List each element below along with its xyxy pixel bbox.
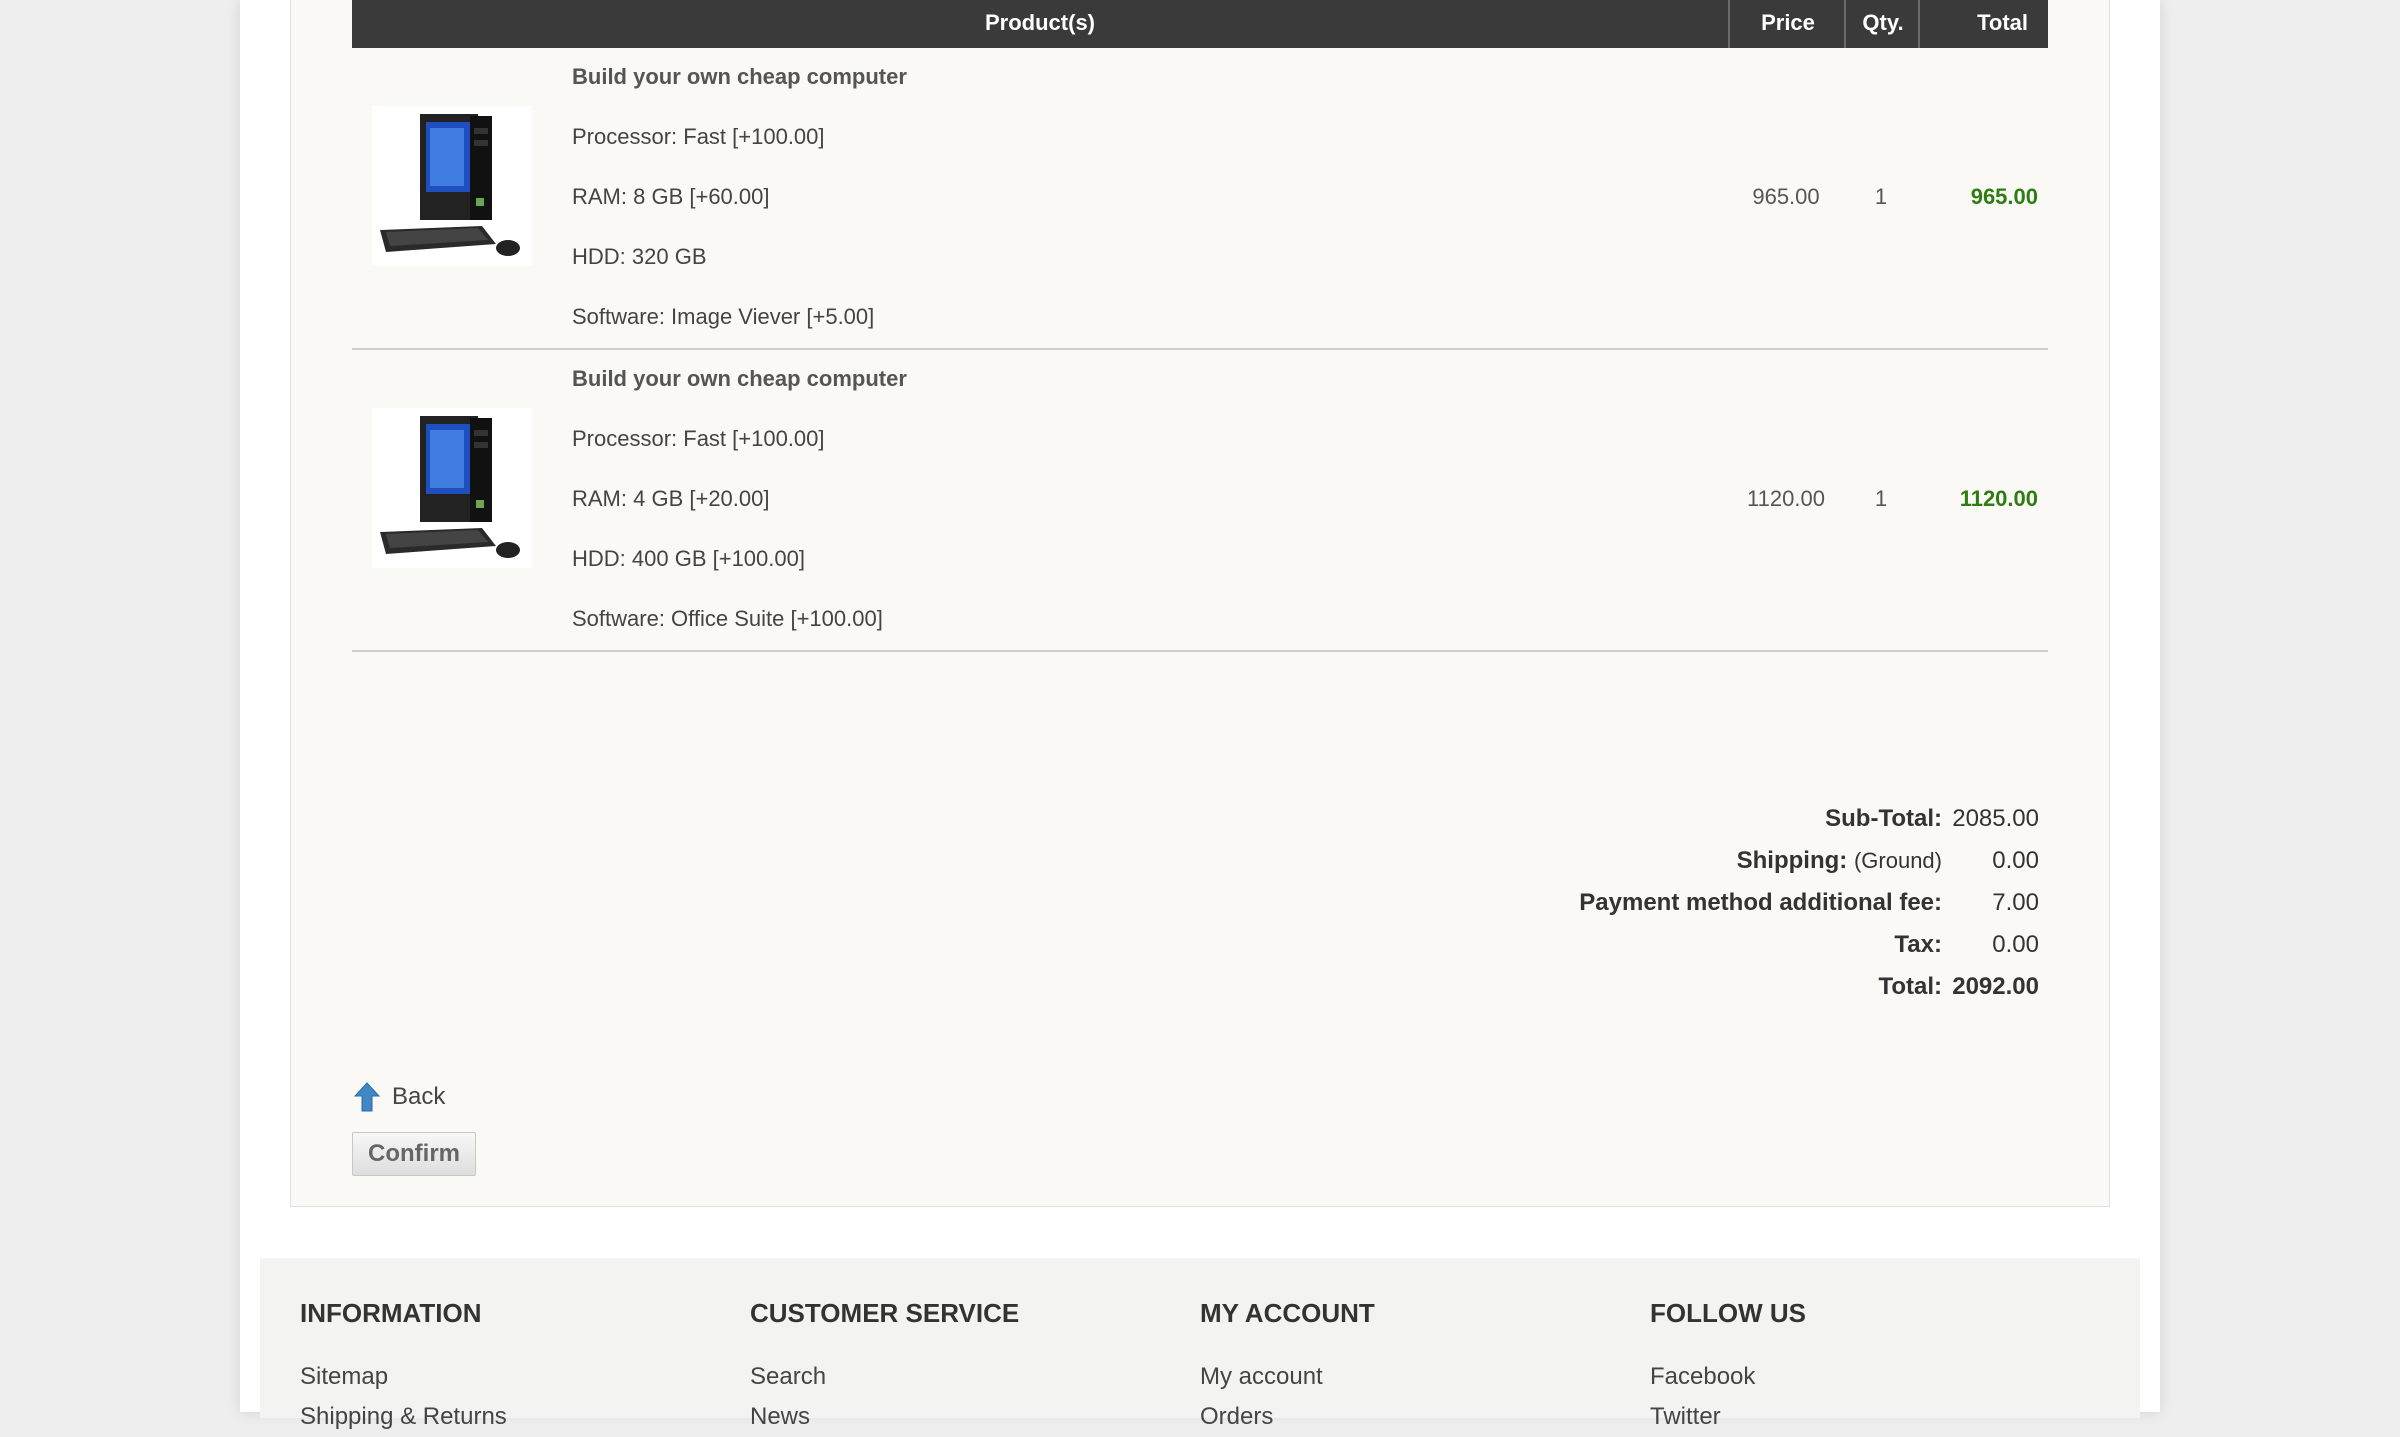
footer-link-orders[interactable]: Orders: [1200, 1397, 1375, 1437]
product-attribute: RAM: 4 GB [+20.00]: [572, 486, 770, 511]
payment-fee-label: Payment method additional fee:: [1579, 889, 1942, 916]
shipping-method: (Ground): [1853, 848, 1942, 873]
column-header-total: Total: [1918, 0, 2028, 48]
computer-icon: [380, 416, 520, 558]
order-totals: Sub-Total: 2085.00 Shipping: (Ground) 0.00…: [1579, 798, 2039, 1008]
footer: INFORMATION Sitemap Shipping & Returns C…: [260, 1258, 2140, 1430]
product-name[interactable]: Build your own cheap computer: [572, 366, 907, 426]
footer-column-information: INFORMATION Sitemap Shipping & Returns: [300, 1298, 507, 1437]
column-header-qty: Qty.: [1844, 0, 1920, 48]
product-image[interactable]: [372, 106, 532, 266]
footer-column-follow-us: FOLLOW US Facebook Twitter: [1650, 1298, 1806, 1437]
up-arrow-icon: [354, 1082, 380, 1112]
back-link[interactable]: Back: [354, 1082, 445, 1112]
footer-column-my-account: MY ACCOUNT My account Orders: [1200, 1298, 1375, 1437]
product-details: Build your own cheap computer Processor:…: [572, 366, 907, 666]
payment-fee-row: Payment method additional fee: 7.00: [1579, 882, 2039, 924]
footer-link-twitter[interactable]: Twitter: [1650, 1397, 1806, 1437]
unit-price: 965.00: [1752, 184, 1820, 209]
table-row: Build your own cheap computer Processor:…: [352, 48, 2048, 350]
order-total-row: Total: 2092.00: [1579, 966, 2039, 1008]
product-details: Build your own cheap computer Processor:…: [572, 64, 907, 364]
confirm-button[interactable]: Confirm: [352, 1132, 476, 1176]
computer-icon: [380, 114, 520, 256]
product-attribute: Processor: Fast [+100.00]: [572, 124, 825, 149]
shipping-value: 0.00: [1992, 847, 2039, 874]
quantity: 1: [1874, 184, 1888, 209]
shipping-label: Shipping:: [1736, 847, 1848, 874]
footer-link-my-account[interactable]: My account: [1200, 1357, 1375, 1397]
order-total-label: Total:: [1878, 973, 1942, 1000]
tax-value: 0.00: [1992, 931, 2039, 958]
back-label[interactable]: Back: [392, 1083, 445, 1111]
product-image[interactable]: [372, 408, 532, 568]
tax-row: Tax: 0.00: [1579, 924, 2039, 966]
table-row: Build your own cheap computer Processor:…: [352, 350, 2048, 652]
product-attribute: Processor: Fast [+100.00]: [572, 426, 825, 451]
footer-column-customer-service: CUSTOMER SERVICE Search News: [750, 1298, 1019, 1437]
footer-link-shipping-returns[interactable]: Shipping & Returns: [300, 1397, 507, 1437]
subtotal-row: Sub-Total: 2085.00: [1579, 798, 2039, 840]
product-name[interactable]: Build your own cheap computer: [572, 64, 907, 124]
footer-link-sitemap[interactable]: Sitemap: [300, 1357, 507, 1397]
payment-fee-value: 7.00: [1992, 889, 2039, 916]
line-total: 965.00: [1970, 184, 2038, 209]
footer-heading: MY ACCOUNT: [1200, 1298, 1375, 1328]
quantity: 1: [1874, 486, 1888, 511]
product-attribute: RAM: 8 GB [+60.00]: [572, 184, 770, 209]
tax-label: Tax:: [1894, 931, 1942, 958]
subtotal-value: 2085.00: [1952, 805, 2039, 832]
order-total-value: 2092.00: [1952, 973, 2039, 1000]
column-header-price: Price: [1728, 0, 1846, 48]
footer-link-news[interactable]: News: [750, 1397, 1019, 1437]
cart-table-header: Product(s) Price Qty. Total: [352, 0, 2048, 48]
product-attribute: HDD: 320 GB: [572, 244, 707, 269]
footer-heading: FOLLOW US: [1650, 1298, 1806, 1328]
subtotal-label: Sub-Total:: [1825, 805, 1942, 832]
footer-heading: INFORMATION: [300, 1298, 482, 1328]
product-attribute: HDD: 400 GB [+100.00]: [572, 546, 805, 571]
product-attribute: Software: Office Suite [+100.00]: [572, 606, 883, 631]
footer-heading: CUSTOMER SERVICE: [750, 1298, 1020, 1328]
line-total: 1120.00: [1959, 486, 2038, 511]
column-header-products: Product(s): [985, 10, 1095, 35]
footer-link-facebook[interactable]: Facebook: [1650, 1357, 1806, 1397]
footer-link-search[interactable]: Search: [750, 1357, 1019, 1397]
unit-price: 1120.00: [1747, 486, 1825, 511]
shipping-row: Shipping: (Ground) 0.00: [1579, 840, 2039, 882]
